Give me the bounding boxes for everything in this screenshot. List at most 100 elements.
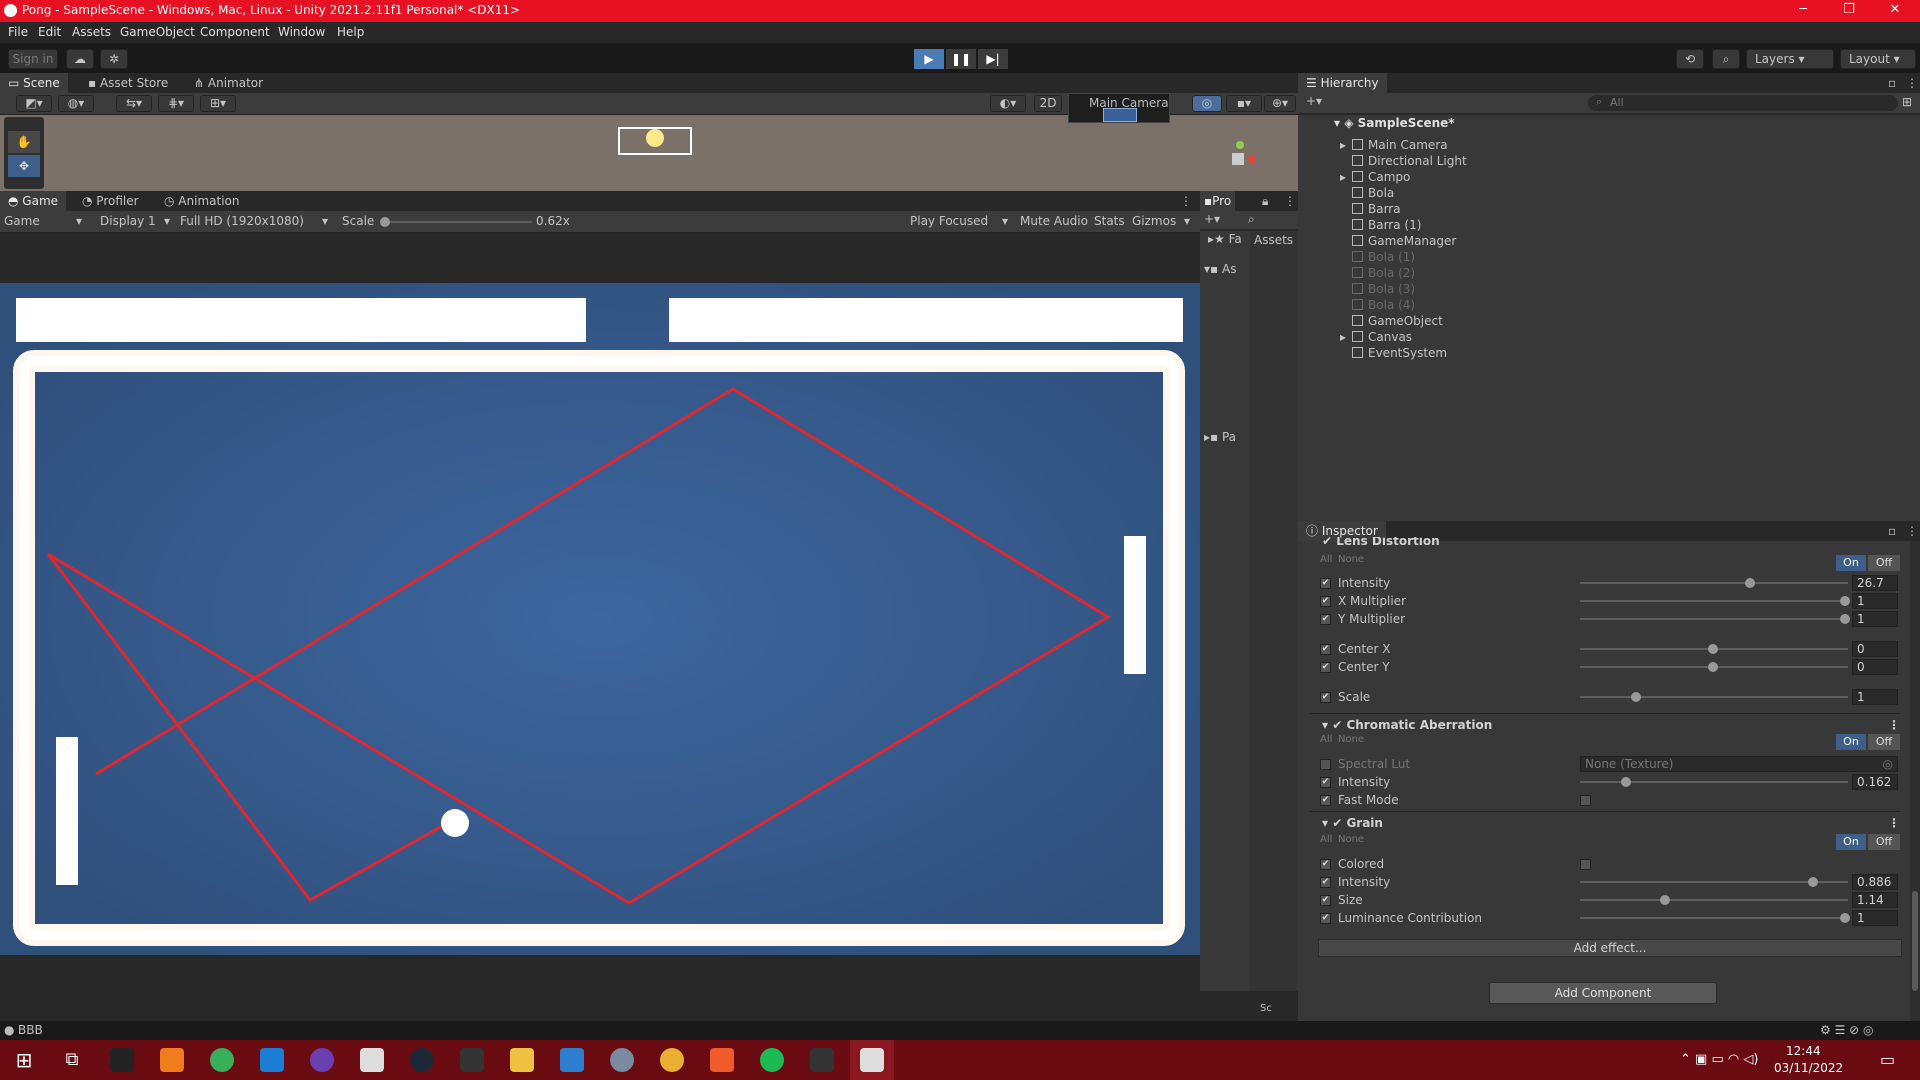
lens-distortion-row-checkbox[interactable]: ✔ [1320, 644, 1331, 655]
favorites-item[interactable]: ▸★ Fa [1208, 231, 1242, 247]
lens-distortion-row-slider[interactable] [1580, 600, 1848, 602]
hierarchy-item[interactable]: ▸ Canvas [1340, 329, 1412, 345]
hierarchy-item[interactable]: Barra [1352, 201, 1401, 217]
lens-distortion-header[interactable]: ✔ Lens Distortion [1322, 537, 1440, 547]
menu-file[interactable]: File [8, 25, 28, 39]
lens-distortion-row-checkbox[interactable]: ✔ [1320, 614, 1331, 625]
play-mode-dropdown[interactable]: Play Focused [910, 214, 988, 228]
tab-scene[interactable]: ▭ Scene [0, 73, 68, 93]
lens-distortion-row-slider-knob[interactable] [1840, 614, 1850, 624]
chrome-icon[interactable] [660, 1048, 684, 1072]
inspector-scroll-thumb[interactable] [1912, 891, 1918, 991]
gizmos-toggle[interactable]: Gizmos [1132, 214, 1176, 228]
gizmos-scene-dropdown[interactable]: ⊕▾ [1264, 95, 1296, 112]
hierarchy-item[interactable]: GameObject [1352, 313, 1443, 329]
close-button[interactable]: ✕ [1872, 2, 1918, 17]
scene-view[interactable]: ✋ ✥ Main Camera [0, 93, 1298, 191]
lens-distortion-row-field[interactable]: 0 [1852, 641, 1898, 657]
lens-distortion-row-slider-knob[interactable] [1708, 644, 1718, 654]
hierarchy-item[interactable]: Bola (1) [1352, 249, 1415, 265]
start-icon[interactable]: ⊞ [12, 1048, 36, 1072]
grain-row-slider-knob[interactable] [1840, 913, 1850, 923]
tab-hierarchy[interactable]: ☰ Hierarchy [1298, 73, 1387, 93]
object-picker-icon[interactable]: ◎ [1883, 757, 1893, 771]
expand-arrow-icon[interactable]: ▸ [1340, 169, 1346, 185]
fast-mode-checkbox[interactable]: ✔ [1320, 795, 1331, 806]
hierarchy-item[interactable]: Directional Light [1352, 153, 1467, 169]
add-component-button[interactable]: Add Component [1489, 982, 1717, 1004]
lens-distortion-row-field[interactable]: 1 [1852, 611, 1898, 627]
task-view-icon[interactable]: ⧉ [60, 1048, 84, 1072]
chromatic-intensity-knob[interactable] [1620, 777, 1631, 787]
shading-mode-dropdown[interactable]: ◩▾ [16, 95, 52, 112]
inspector-menu-icon[interactable]: ⋮ [1906, 524, 1918, 538]
scene-orientation-gizmo[interactable] [1218, 137, 1258, 177]
scene-root-item[interactable]: ▾ ◈ SampleScene* [1334, 115, 1455, 131]
grain-row-slider[interactable] [1580, 917, 1848, 919]
hierarchy-item[interactable]: EventSystem [1352, 345, 1447, 361]
grain-header[interactable]: ▾ ✔ Grain ⋮ [1310, 811, 1900, 833]
expand-arrow-icon[interactable]: ▸ [1340, 329, 1346, 345]
game-view[interactable] [0, 283, 1200, 955]
2d-toggle[interactable]: 2D [1034, 95, 1062, 112]
lens-distortion-row-slider-knob[interactable] [1840, 596, 1850, 606]
hierarchy-item[interactable]: ▸ Campo [1340, 169, 1410, 185]
chromatic-intensity-field[interactable]: 0.162 [1852, 774, 1898, 790]
spotify-icon[interactable] [760, 1048, 784, 1072]
pause-button[interactable]: ❚❚ [946, 49, 976, 69]
notification-icon[interactable]: ▭ [1880, 1050, 1895, 1069]
history-icon[interactable]: ⟲ [1676, 49, 1704, 69]
hierarchy-item[interactable]: Barra (1) [1352, 217, 1421, 233]
render-mode-dropdown[interactable]: ◍▾ [58, 95, 94, 112]
search-icon[interactable]: ⌕ [1712, 49, 1740, 69]
fast-mode-value-checkbox[interactable] [1580, 795, 1591, 806]
vscode-icon[interactable] [260, 1048, 284, 1072]
hierarchy-lock-icon[interactable]: ▫ [1888, 76, 1896, 90]
move-tool-icon[interactable]: ✥ [8, 155, 40, 177]
project-add-button[interactable]: +▾ [1204, 212, 1220, 226]
assets-folder-item[interactable]: ▾▪ As [1204, 261, 1236, 277]
tab-project[interactable]: ▪Pro [1200, 191, 1236, 211]
packages-folder-item[interactable]: ▸▪ Pa [1204, 429, 1236, 445]
colored-checkbox[interactable]: ✔ [1320, 859, 1331, 870]
spectral-lut-field[interactable]: None (Texture) ◎ [1580, 756, 1898, 772]
collab-icon[interactable]: ✲ [100, 49, 128, 69]
grain-on-button[interactable]: On [1836, 834, 1866, 850]
menu-edit[interactable]: Edit [38, 25, 61, 39]
spectral-lut-checkbox[interactable] [1320, 759, 1331, 770]
menu-help[interactable]: Help [337, 25, 364, 39]
project-search-icon[interactable]: ⌕ [1248, 212, 1255, 227]
lens-distortion-row-checkbox[interactable]: ✔ [1320, 596, 1331, 607]
chromatic-aberration-header[interactable]: ▾ ✔ Chromatic Aberration ⋮ [1310, 713, 1900, 735]
layers-dropdown[interactable]: Layers ▾ [1746, 49, 1834, 69]
chromatic-menu-icon[interactable]: ⋮ [1888, 714, 1900, 736]
resolution-dropdown[interactable]: Full HD (1920x1080) [180, 214, 304, 228]
expand-arrow-icon[interactable]: ▸ [1340, 137, 1346, 153]
status-message[interactable]: BBB [18, 1023, 43, 1037]
colored-value-checkbox[interactable] [1580, 859, 1591, 870]
menu-window[interactable]: Window [278, 25, 325, 39]
scale-slider-knob[interactable] [380, 217, 390, 227]
brave-icon[interactable] [710, 1048, 734, 1072]
unity-hub-icon[interactable] [360, 1048, 384, 1072]
grain-row-checkbox[interactable]: ✔ [1320, 877, 1331, 888]
maximize-button[interactable]: ❐ [1826, 2, 1872, 17]
hierarchy-item[interactable]: Bola (4) [1352, 297, 1415, 313]
step-button[interactable]: ▶| [978, 49, 1008, 69]
project-menu-icon[interactable]: ⋮ [1284, 194, 1296, 208]
lock-icon[interactable]: 🔒︎ [1262, 194, 1268, 209]
cloud-icon[interactable]: ☁ [66, 49, 94, 69]
hierarchy-search-input[interactable]: ⌕ All [1588, 95, 1898, 111]
grain-all-label[interactable]: All [1320, 834, 1332, 845]
xbox-icon[interactable] [210, 1048, 234, 1072]
tray-icons[interactable]: ⌃ ▣ ▭ ◠ ◁) [1680, 1052, 1758, 1067]
lens-distortion-row-slider[interactable] [1580, 582, 1848, 584]
taskbar-date[interactable]: 03/11/2022 [1774, 1061, 1843, 1075]
scale-slider[interactable] [384, 221, 532, 223]
hand-tool-icon[interactable]: ✋ [8, 131, 40, 153]
unity-editor-taskbar-button[interactable] [850, 1040, 894, 1080]
grain-menu-icon[interactable]: ⋮ [1888, 812, 1900, 834]
lighting-toggle[interactable]: ◐▾ [990, 95, 1026, 112]
lens-off-button[interactable]: Off [1868, 555, 1900, 571]
epic-games-icon[interactable] [460, 1048, 484, 1072]
